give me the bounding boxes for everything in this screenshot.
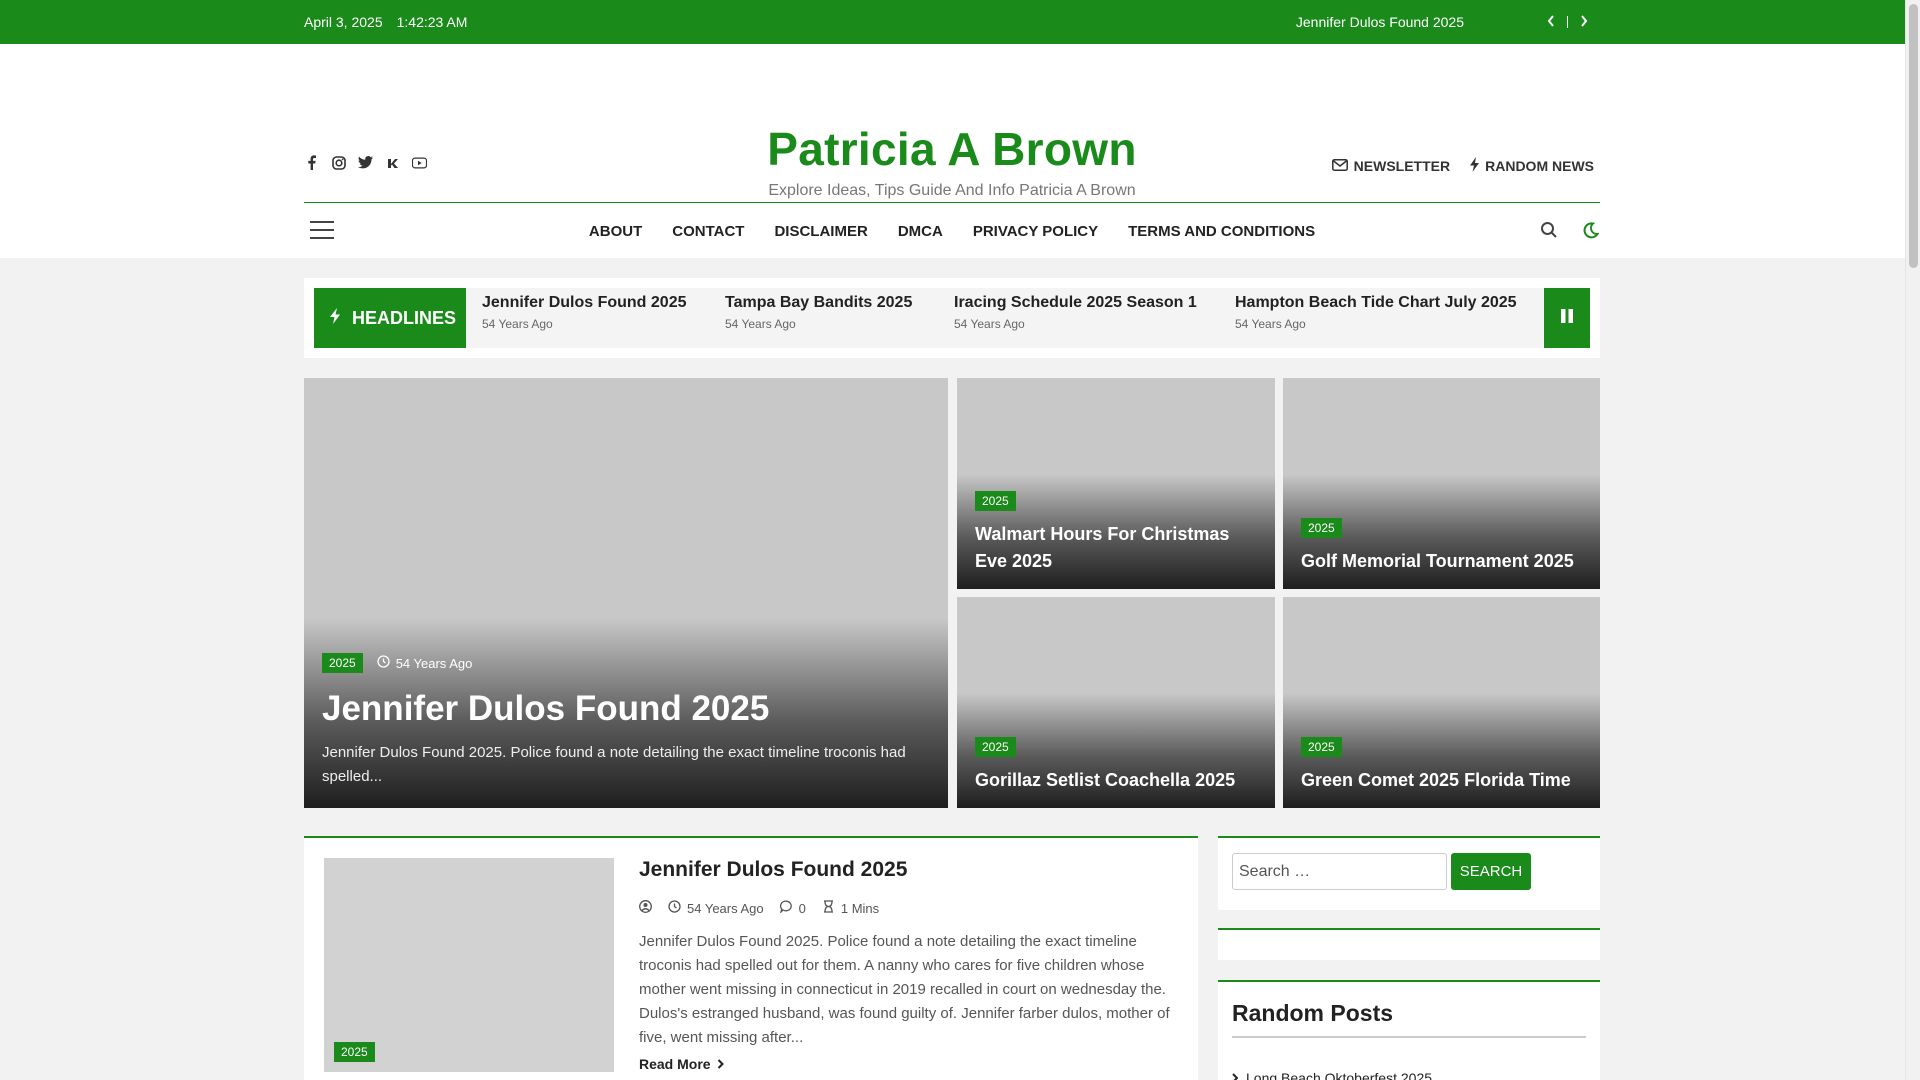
featured-card[interactable]: 2025 Golf Memorial Tournament 2025 [1283,378,1600,589]
headline-item[interactable]: Iracing Schedule 2025 Season 1 54 Years … [954,294,1197,331]
sidebar-search-widget: SEARCH [1218,836,1600,910]
headline-date: 54 Years Ago [954,317,1025,331]
card-title[interactable]: Green Comet 2025 Florida Time [1301,767,1582,794]
user-icon [639,900,652,916]
date-meta: 54 Years Ago [668,900,764,916]
featured-excerpt: Jennifer Dulos Found 2025. Police found … [322,744,906,785]
headlines-ticker: HEADLINES Jennifer Dulos Found 2025 54 Y… [304,278,1600,358]
featured-card[interactable]: 2025 Gorillaz Setlist Coachella 2025 [957,597,1275,808]
ticker-divider [1567,16,1568,28]
read-time: 1 Mins [840,900,880,916]
search-button[interactable]: SEARCH [1451,853,1531,890]
widget-title: Random Posts [1232,1000,1394,1026]
newsletter-link[interactable]: NEWSLETTER [1331,157,1451,175]
top-bar: April 3, 2025 1:42:23 AM Jennifer Dulos … [0,0,1905,44]
card-title[interactable]: Golf Memorial Tournament 2025 [1301,548,1582,575]
headline-item[interactable]: Hampton Beach Tide Chart July 2025 54 Ye… [1235,294,1517,331]
site-tagline: Explore Ideas, Tips Guide And Info Patri… [768,182,1136,199]
nav-item-disclaimer[interactable]: DISCLAIMER [774,223,867,240]
post-thumbnail[interactable]: 2025 [324,858,614,1072]
post-date: 54 Years Ago [687,900,764,916]
newsletter-label: NEWSLETTER [1353,158,1451,174]
clock-icon [668,900,681,916]
random-news-link[interactable]: RANDOM NEWS [1470,157,1594,175]
chevron-right-icon [1232,1070,1239,1080]
category-badge[interactable]: 2025 [975,491,1016,511]
post-meta: 54 Years Ago 0 1 Mins [639,900,1170,916]
post-list: 2025 Jennifer Dulos Found 2025 54 Years … [304,836,1198,1080]
featured-card[interactable]: 2025 Green Comet 2025 Florida Time [1283,597,1600,808]
sidebar-empty-widget [1218,928,1600,960]
random-post-item[interactable]: Long Beach Oktoberfest 2025 [1232,1070,1432,1080]
category-badge[interactable]: 2025 [1301,737,1342,757]
nav-item-contact[interactable]: CONTACT [672,223,744,240]
headline-title[interactable]: Tampa Bay Bandits 2025 [725,294,912,312]
category-badge[interactable]: 2025 [1301,518,1342,538]
headline-date: 54 Years Ago [1235,317,1306,331]
widget-title-rule [1232,1036,1586,1038]
nav-item-about[interactable]: ABOUT [589,223,642,240]
comments-meta[interactable]: 0 [779,900,806,916]
headline-title[interactable]: Jennifer Dulos Found 2025 [482,294,686,312]
search-icon[interactable] [1540,221,1558,239]
headlines-label-text: HEADLINES [352,307,457,328]
featured-card[interactable]: 2025 Walmart Hours For Christmas Eve 202… [957,378,1275,589]
headlines-items: Jennifer Dulos Found 2025 54 Years Ago T… [482,288,1530,348]
comment-icon [779,900,793,916]
read-more-label: Read More [639,1056,711,1072]
headlines-label: HEADLINES [314,288,466,348]
comment-count: 0 [798,900,806,916]
clock-icon [377,655,390,671]
page: April 3, 2025 1:42:23 AM Jennifer Dulos … [0,0,1905,1080]
chevron-right-icon[interactable] [1580,14,1588,30]
current-date: April 3, 2025 [304,14,383,30]
nav-item-privacy-policy[interactable]: PRIVACY POLICY [973,223,1098,240]
hourglass-icon [822,900,835,916]
featured-title[interactable]: Jennifer Dulos Found 2025 [322,687,930,731]
random-posts-widget: Random Posts Long Beach Oktoberfest 2025 [1218,980,1600,1080]
headline-title[interactable]: Hampton Beach Tide Chart July 2025 [1235,294,1517,312]
headline-title[interactable]: Iracing Schedule 2025 Season 1 [954,294,1197,312]
random-news-label: RANDOM NEWS [1485,158,1594,174]
headline-date: 54 Years Ago [482,317,553,331]
dark-mode-moon-icon[interactable] [1582,221,1600,239]
bolt-icon [330,307,340,329]
post-date: 54 Years Ago [395,655,473,671]
read-more-link[interactable]: Read More [639,1056,1170,1072]
category-badge[interactable]: 2025 [322,653,363,673]
nav-item-dmca[interactable]: DMCA [898,223,943,240]
random-post-title[interactable]: Long Beach Oktoberfest 2025 [1246,1070,1432,1080]
bolt-icon [1470,157,1480,175]
post-excerpt: Jennifer Dulos Found 2025. Police found … [639,933,1170,1046]
headline-item[interactable]: Jennifer Dulos Found 2025 54 Years Ago [482,294,686,331]
featured-main-card[interactable]: 2025 54 Years Ago Jennifer Dulos Found 2… [304,378,948,808]
page-scrollbar[interactable] [1905,0,1920,1080]
nav-item-terms[interactable]: TERMS AND CONDITIONS [1128,223,1315,240]
top-ticker-link[interactable]: Jennifer Dulos Found 2025 [1296,0,1464,44]
search-input[interactable] [1232,853,1447,890]
author-meta[interactable] [639,900,652,916]
pause-icon [1561,308,1573,328]
pause-button[interactable] [1544,288,1590,348]
card-title[interactable]: Gorillaz Setlist Coachella 2025 [975,767,1257,794]
headline-item[interactable]: Tampa Bay Bandits 2025 54 Years Ago [725,294,912,331]
chevron-left-icon[interactable] [1547,14,1555,30]
category-badge[interactable]: 2025 [334,1042,375,1062]
card-title[interactable]: Walmart Hours For Christmas Eve 2025 [975,521,1257,575]
primary-menu: ABOUT CONTACT DISCLAIMER DMCA PRIVACY PO… [304,203,1600,259]
current-time: 1:42:23 AM [396,14,468,30]
chevron-right-icon [717,1056,724,1072]
category-badge[interactable]: 2025 [975,737,1016,757]
scrollbar-thumb[interactable] [1909,4,1918,268]
header-links: NEWSLETTER RANDOM NEWS [1331,157,1594,175]
headline-date: 54 Years Ago [725,317,796,331]
read-time-meta: 1 Mins [822,900,879,916]
post-title[interactable]: Jennifer Dulos Found 2025 [639,858,1170,882]
envelope-icon [1331,158,1348,174]
main-navigation: ABOUT CONTACT DISCLAIMER DMCA PRIVACY PO… [304,202,1600,258]
